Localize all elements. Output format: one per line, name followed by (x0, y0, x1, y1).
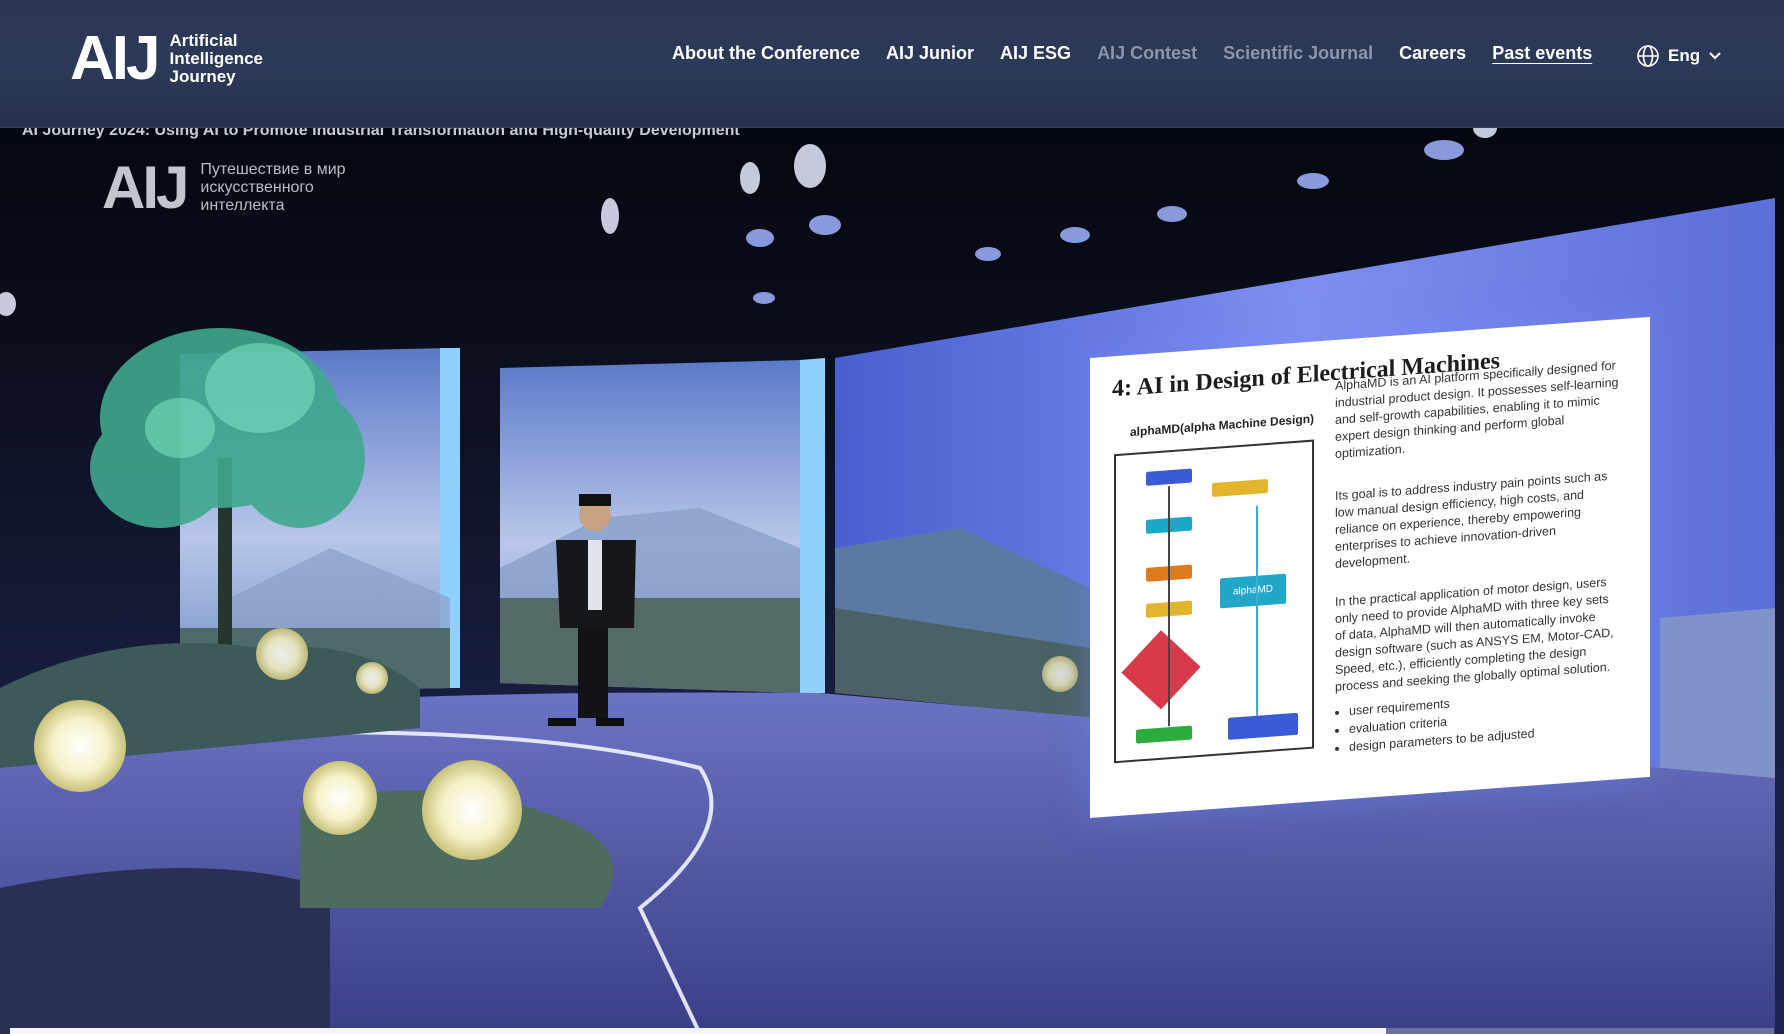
flow-box (1146, 468, 1192, 486)
flow-connector (1168, 486, 1170, 727)
slide-subtitle: alphaMD(alpha Machine Design) (1130, 411, 1315, 440)
page: AIJ Artificial Intelligence Journey Abou… (0, 0, 1784, 1034)
globe-icon (1637, 45, 1659, 67)
nav-scientific-journal[interactable]: Scientific Journal (1223, 43, 1373, 64)
video-logo-line-3: интеллекта (200, 197, 285, 214)
video-player[interactable]: AI Journey 2024: Using AI to Promote Ind… (0, 128, 1784, 1034)
video-strip-title: AI Journey 2024: Using AI to Promote Ind… (22, 128, 740, 139)
logo-line-1: Artificial (169, 31, 238, 50)
flow-box (1136, 725, 1192, 744)
video-progress-bar[interactable] (10, 1028, 1774, 1034)
logo-mark: AIJ (70, 24, 161, 93)
video-progress-fill (10, 1028, 1386, 1034)
flow-connector (1256, 505, 1258, 716)
video-logo-line-1: Путешествие в мир (200, 161, 346, 178)
nav-aij-esg[interactable]: AIJ ESG (1000, 43, 1071, 64)
main-nav: About the Conference AIJ Junior AIJ ESG … (672, 43, 1592, 64)
nav-careers[interactable]: Careers (1399, 43, 1466, 64)
nav-aij-junior[interactable]: AIJ Junior (886, 43, 974, 64)
video-watermark-logo: AIJ Путешествие в мир искусственного инт… (102, 158, 346, 218)
slide-paragraph-3: In the practical application of motor de… (1335, 575, 1614, 695)
flow-center-node: alphaMD (1220, 573, 1286, 609)
language-label: Eng (1668, 46, 1701, 65)
slide-flowchart: alphaMD (1114, 439, 1314, 764)
language-switcher[interactable]: Eng (1636, 44, 1722, 68)
nav-past-events[interactable]: Past events (1492, 43, 1592, 64)
video-logo-words: Путешествие в мир искусственного интелле… (200, 161, 345, 215)
flow-box (1228, 712, 1298, 740)
nav-aij-contest[interactable]: AIJ Contest (1097, 43, 1197, 64)
video-logo-mark: AIJ (102, 154, 189, 221)
nav-about-conference[interactable]: About the Conference (672, 43, 860, 64)
flow-decision (1121, 630, 1201, 710)
logo-line-2: Intelligence (169, 49, 264, 68)
site-logo[interactable]: AIJ Artificial Intelligence Journey (70, 28, 263, 90)
logo-line-3: Journey (169, 67, 236, 86)
slide-paragraph-2: Its goal is to address industry pain poi… (1335, 469, 1608, 572)
presentation-slide: 4: AI in Design of Electrical Machines a… (1090, 316, 1650, 818)
chevron-down-icon (1709, 52, 1721, 60)
site-header: AIJ Artificial Intelligence Journey Abou… (0, 0, 1784, 128)
logo-wordmark: Artificial Intelligence Journey (169, 32, 263, 86)
flow-box (1212, 478, 1268, 498)
video-logo-line-2: искусственного (200, 179, 314, 196)
